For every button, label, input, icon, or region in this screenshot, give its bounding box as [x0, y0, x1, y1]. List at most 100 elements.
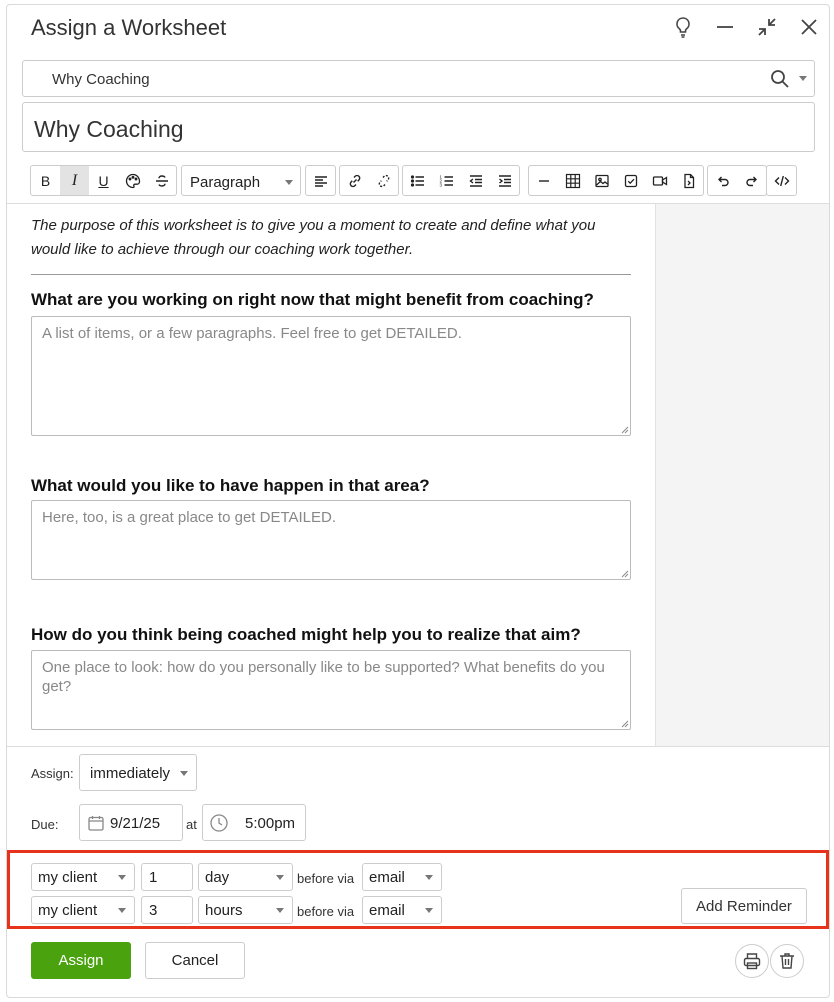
question-1-answer[interactable]: A list of items, or a few paragraphs. Fe…	[31, 316, 631, 436]
assign-label: Assign:	[31, 766, 74, 781]
due-date-field[interactable]: 9/21/25	[79, 804, 183, 841]
table-icon[interactable]	[558, 166, 587, 195]
reminder-channel-value: email	[369, 902, 405, 919]
reminder-unit-value: hours	[205, 902, 243, 919]
print-button[interactable]	[735, 944, 769, 978]
question-3-label: How do you think being coached might hel…	[31, 625, 581, 644]
reminder-1-amount-field[interactable]: 1	[141, 863, 193, 891]
numbered-list-icon[interactable]: 123	[432, 166, 461, 195]
dialog-title: Assign a Worksheet	[31, 15, 227, 40]
reminders-section: my client 1 day before via email my clie…	[7, 850, 829, 929]
chevron-down-icon	[425, 908, 433, 913]
align-left-icon[interactable]	[306, 166, 335, 195]
search-icon[interactable]	[770, 69, 790, 89]
chevron-down-icon	[118, 875, 126, 880]
strikethrough-icon[interactable]	[147, 166, 176, 195]
file-attach-icon[interactable]	[674, 166, 703, 195]
reminder-unit-value: day	[205, 869, 230, 886]
printer-icon	[743, 953, 761, 970]
history-group	[707, 165, 767, 196]
editor-toolbar: B I U Paragraph 1 2 3	[30, 165, 820, 196]
reminder-2-amount-field[interactable]: 3	[141, 896, 193, 924]
chevron-down-icon	[425, 875, 433, 880]
code-group	[766, 165, 797, 196]
resize-grip-icon[interactable]	[620, 569, 629, 578]
reminder-recipient-value: my client	[38, 869, 98, 886]
bullet-list-icon[interactable]	[403, 166, 432, 195]
chevron-down-icon	[276, 875, 284, 880]
divider	[31, 274, 631, 275]
question-2-label: What would you like to have happen in th…	[31, 476, 430, 495]
reminder-recipient-value: my client	[38, 902, 98, 919]
at-label: at	[186, 817, 197, 832]
paragraph-style-select[interactable]: Paragraph	[181, 165, 301, 196]
collapse-icon[interactable]	[755, 15, 779, 39]
chevron-down-icon	[276, 908, 284, 913]
before-via-label: before via	[297, 904, 355, 919]
underline-label: U	[98, 172, 109, 189]
reminder-1-channel-select[interactable]: email	[362, 863, 442, 891]
close-icon[interactable]	[797, 15, 821, 39]
cancel-button[interactable]: Cancel	[145, 942, 245, 979]
reminder-2-unit-select[interactable]: hours	[198, 896, 293, 924]
undo-icon[interactable]	[708, 166, 737, 195]
chevron-down-icon[interactable]	[799, 76, 807, 81]
add-reminder-button[interactable]: Add Reminder	[681, 888, 807, 924]
resize-grip-icon[interactable]	[620, 425, 629, 434]
assign-timing-select[interactable]: immediately	[79, 754, 197, 791]
worksheet-intro: The purpose of this worksheet is to give…	[31, 217, 596, 258]
chevron-down-icon	[118, 908, 126, 913]
trash-icon	[780, 953, 794, 969]
due-label: Due:	[31, 817, 59, 832]
question-3-answer[interactable]: One place to look: how do you personally…	[31, 650, 631, 730]
reminder-1-recipient-select[interactable]: my client	[31, 863, 135, 891]
bold-button[interactable]: B	[31, 166, 60, 195]
video-icon[interactable]	[645, 166, 674, 195]
minimize-icon[interactable]	[713, 15, 737, 39]
link-group	[339, 165, 399, 196]
clock-icon	[210, 814, 228, 832]
reminder-channel-value: email	[369, 869, 405, 886]
text-format-group: B I U	[30, 165, 177, 196]
due-time-value: 5:00pm	[245, 815, 296, 832]
delete-button[interactable]	[770, 944, 804, 978]
calendar-icon	[88, 816, 104, 831]
chevron-down-icon	[180, 771, 188, 776]
link-icon[interactable]	[340, 166, 369, 195]
insert-group	[528, 165, 704, 196]
horizontal-rule-icon[interactable]	[529, 166, 558, 195]
due-time-field[interactable]: 5:00pm	[202, 804, 306, 841]
question-1-label: What are you working on right now that m…	[31, 290, 594, 309]
resize-grip-icon[interactable]	[620, 719, 629, 728]
lightbulb-icon[interactable]	[671, 15, 695, 39]
indent-icon[interactable]	[490, 166, 519, 195]
answer-placeholder: A list of items, or a few paragraphs. Fe…	[42, 325, 462, 342]
answer-placeholder: One place to look: how do you personally…	[42, 659, 605, 695]
checkbox-icon[interactable]	[616, 166, 645, 195]
question-2-answer[interactable]: Here, too, is a great place to get DETAI…	[31, 500, 631, 580]
reminder-1-unit-select[interactable]: day	[198, 863, 293, 891]
reminder-2-recipient-select[interactable]: my client	[31, 896, 135, 924]
answer-placeholder: Here, too, is a great place to get DETAI…	[42, 509, 337, 526]
worksheet-select[interactable]: Why Coaching	[22, 60, 815, 97]
assign-timing-value: immediately	[90, 765, 171, 782]
unlink-icon[interactable]	[369, 166, 398, 195]
palette-icon[interactable]	[118, 166, 147, 195]
due-date-value: 9/21/25	[110, 815, 161, 832]
italic-button[interactable]: I	[60, 166, 89, 195]
reminder-2-channel-select[interactable]: email	[362, 896, 442, 924]
editor-side-panel	[655, 204, 829, 746]
worksheet-title-field[interactable]: Why Coaching	[22, 102, 815, 152]
outdent-icon[interactable]	[461, 166, 490, 195]
paragraph-style-value: Paragraph	[190, 174, 261, 191]
redo-icon[interactable]	[737, 166, 766, 195]
source-code-icon[interactable]	[767, 166, 796, 195]
underline-button[interactable]: U	[89, 166, 118, 195]
image-icon[interactable]	[587, 166, 616, 195]
italic-label: I	[71, 171, 78, 189]
reminder-amount-value: 1	[149, 869, 158, 886]
worksheet-editor[interactable]: The purpose of this worksheet is to give…	[7, 203, 829, 747]
assign-button[interactable]: Assign	[31, 942, 131, 979]
before-via-label: before via	[297, 871, 355, 886]
assign-worksheet-dialog: Assign a Worksheet Why Coaching Why Coac…	[6, 4, 830, 998]
